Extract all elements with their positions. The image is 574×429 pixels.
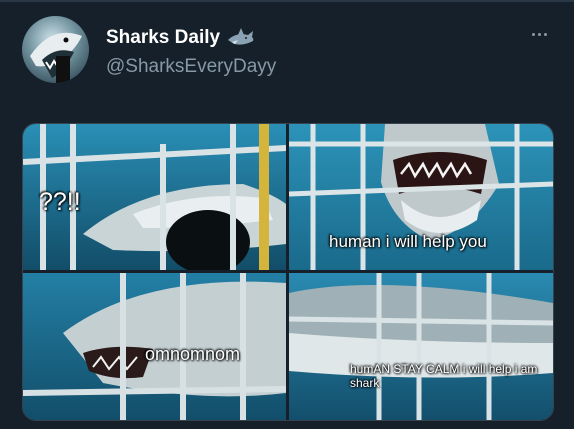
shark-photo-4 bbox=[289, 273, 553, 420]
name-row: Sharks Daily bbox=[106, 27, 256, 49]
avatar[interactable] bbox=[22, 16, 89, 83]
shark-emoji-icon bbox=[226, 27, 256, 49]
meme-caption-1: ??!! bbox=[39, 188, 81, 216]
shark-avatar-image bbox=[30, 32, 82, 83]
media-panel-3[interactable]: omnomnom bbox=[23, 273, 286, 420]
tweet-header: Sharks Daily @SharksEveryDayy bbox=[22, 14, 562, 94]
media-panel-1[interactable]: ??!! bbox=[23, 124, 286, 270]
display-name[interactable]: Sharks Daily bbox=[106, 27, 220, 49]
more-options-icon[interactable] bbox=[525, 24, 553, 44]
meme-caption-4: humAN STAY CALM i will help i am shark bbox=[350, 362, 538, 390]
meme-caption-2: human i will help you bbox=[329, 232, 487, 251]
media-panel-4[interactable]: humAN STAY CALM i will help i am shark bbox=[289, 273, 553, 420]
meme-caption-3: omnomnom bbox=[145, 344, 241, 364]
media-panel-2[interactable]: human i will help you bbox=[289, 124, 553, 270]
user-handle[interactable]: @SharksEveryDayy bbox=[106, 56, 276, 78]
top-divider bbox=[0, 0, 574, 2]
tweet-media-grid[interactable]: ??!! human i will help you omnomnom humA… bbox=[22, 123, 554, 421]
